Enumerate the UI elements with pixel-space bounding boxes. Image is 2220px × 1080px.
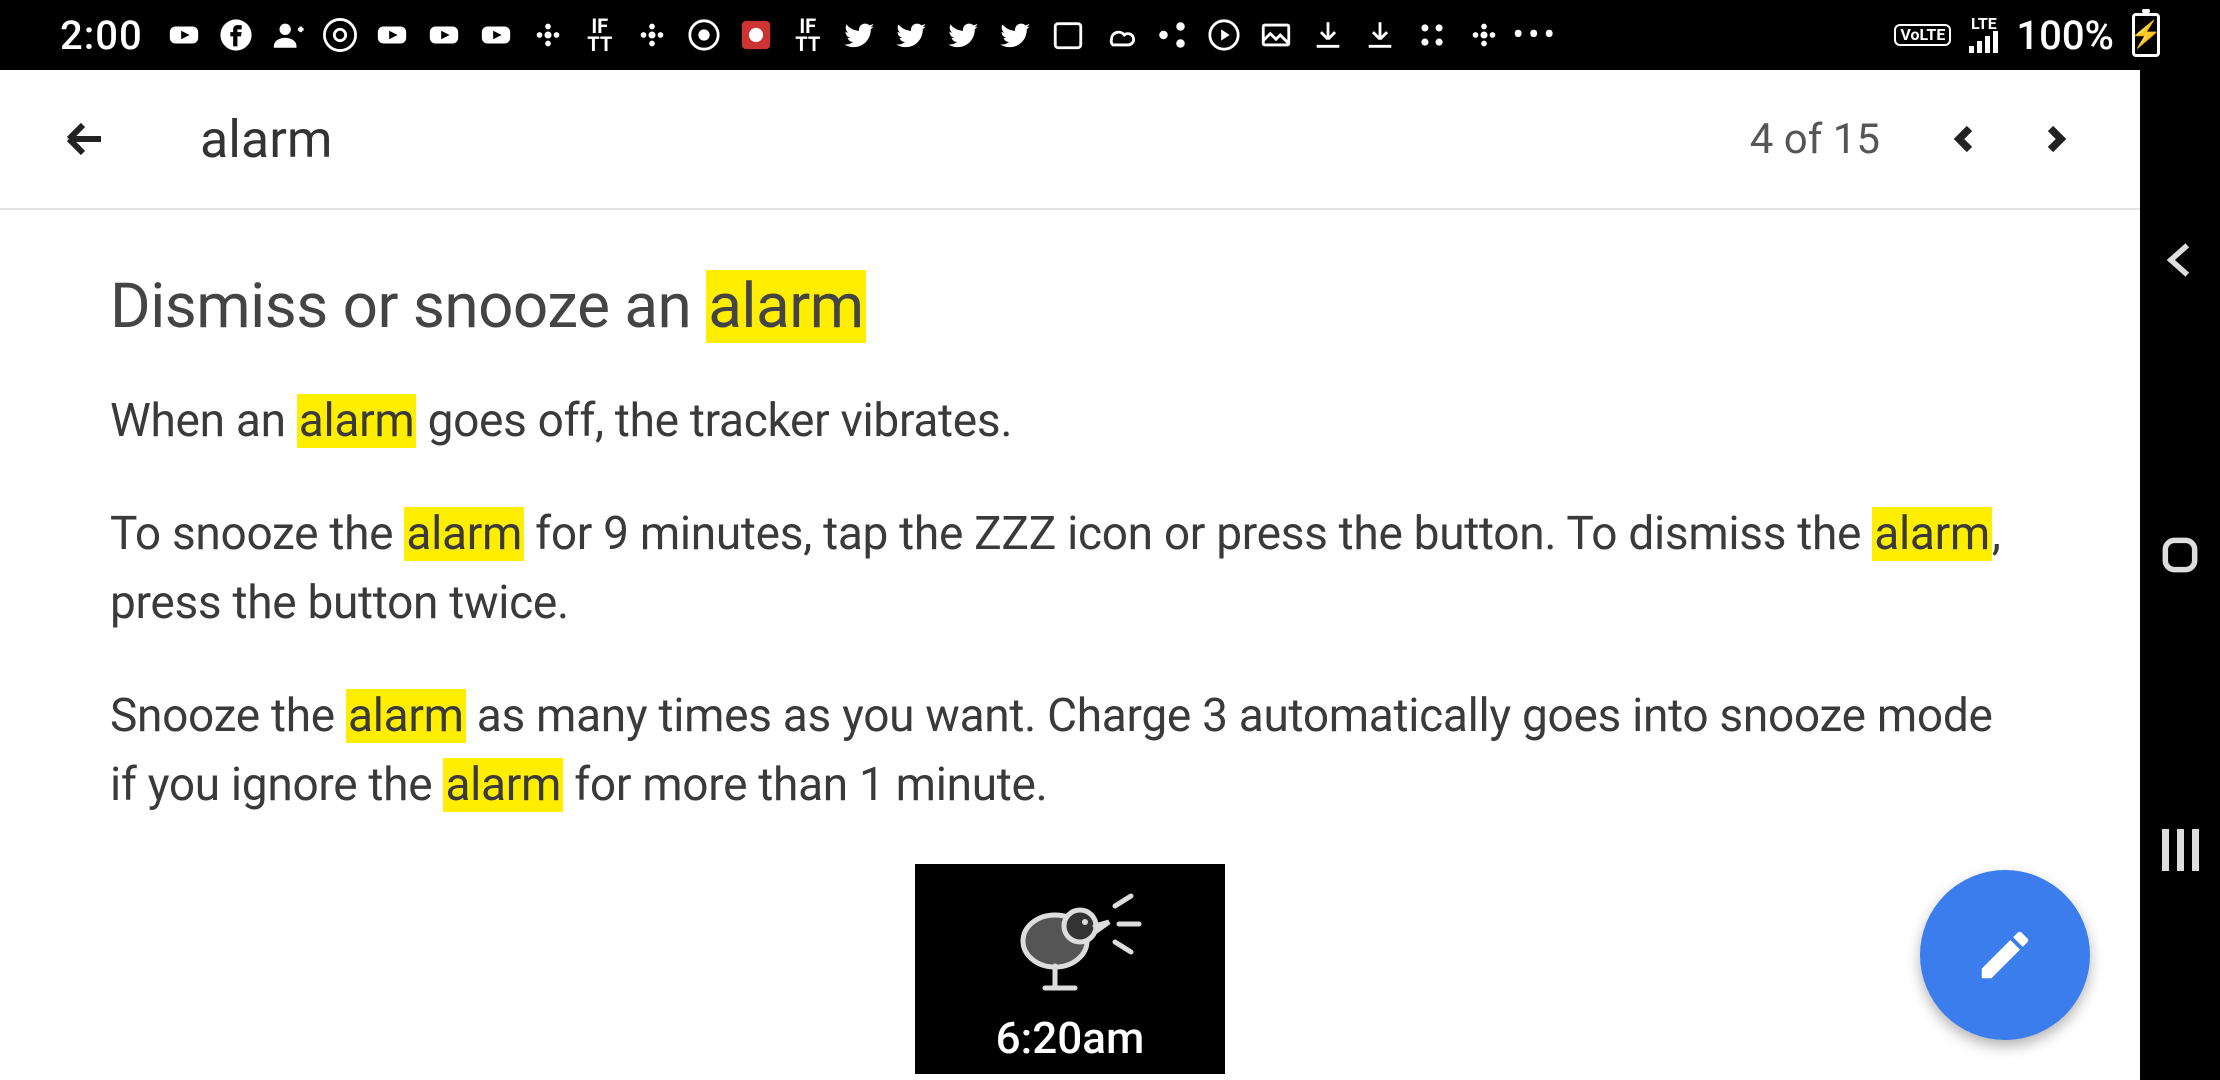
facebook-icon bbox=[219, 18, 253, 52]
status-bar: 2:00 IFTT IFTT bbox=[0, 0, 2220, 70]
article-heading: Dismiss or snooze an alarm bbox=[110, 270, 2030, 343]
apps-icon bbox=[1415, 18, 1449, 52]
ifttt-icon: IFTT bbox=[791, 18, 825, 52]
article-paragraph: Snooze the alarm as many times as you wa… bbox=[110, 682, 2030, 820]
status-time: 2:00 bbox=[60, 12, 143, 59]
download-icon bbox=[1311, 18, 1345, 52]
search-input[interactable]: alarm bbox=[200, 109, 1750, 170]
edit-fab[interactable] bbox=[1920, 870, 2090, 1040]
chevron-left-icon bbox=[2158, 238, 2202, 282]
device-alarm-time: 6:20am bbox=[996, 1012, 1145, 1064]
status-right: VoLTE LTE 100% ⚡ bbox=[1876, 12, 2160, 59]
previous-result-button[interactable] bbox=[1930, 104, 2000, 174]
network-label: LTE bbox=[1971, 17, 1997, 31]
download-icon bbox=[1363, 18, 1397, 52]
pencil-icon bbox=[1974, 924, 2036, 986]
article-body[interactable]: Dismiss or snooze an alarm When an alarm… bbox=[0, 210, 2140, 1074]
arrow-left-icon bbox=[61, 115, 109, 163]
signal-bars-icon bbox=[1969, 31, 1998, 53]
twitter-icon bbox=[895, 18, 929, 52]
back-button[interactable] bbox=[50, 104, 120, 174]
battery-icon: ⚡ bbox=[2132, 13, 2160, 57]
search-result-counter: 4 of 15 bbox=[1750, 115, 1880, 164]
twitter-icon bbox=[999, 18, 1033, 52]
weather-icon bbox=[1103, 18, 1137, 52]
twitter-icon bbox=[843, 18, 877, 52]
bird-alarm-icon bbox=[985, 886, 1155, 1006]
heading-text: Dismiss or snooze an bbox=[110, 270, 706, 343]
recents-icon bbox=[2162, 829, 2199, 871]
article-paragraph: To snooze the alarm for 9 minutes, tap t… bbox=[110, 500, 2030, 638]
search-highlight: alarm bbox=[346, 689, 466, 743]
image-icon bbox=[1259, 18, 1293, 52]
search-highlight: alarm bbox=[706, 270, 865, 343]
battery-percentage: 100% bbox=[2016, 12, 2114, 59]
status-notification-icons: IFTT IFTT ••• bbox=[167, 18, 1877, 52]
nav-recents-button[interactable] bbox=[2150, 820, 2210, 880]
system-navigation-bar bbox=[2140, 70, 2220, 1080]
search-highlight: alarm bbox=[1872, 507, 1992, 561]
person-add-icon bbox=[271, 18, 305, 52]
chevron-left-icon bbox=[1947, 121, 1983, 157]
youtube-icon bbox=[427, 18, 461, 52]
search-highlight: alarm bbox=[443, 758, 563, 812]
pinterest-icon bbox=[323, 18, 357, 52]
more-icon: ••• bbox=[1519, 18, 1553, 52]
device-illustration: 6:20am bbox=[915, 864, 1225, 1074]
youtube-icon bbox=[167, 18, 201, 52]
app-content: alarm 4 of 15 Dismiss or snooze an alarm… bbox=[0, 70, 2140, 1080]
chrome-icon bbox=[687, 18, 721, 52]
calendar-icon bbox=[1051, 18, 1085, 52]
youtube-icon bbox=[479, 18, 513, 52]
nav-back-button[interactable] bbox=[2150, 230, 2210, 290]
twitter-icon bbox=[947, 18, 981, 52]
search-highlight: alarm bbox=[297, 394, 417, 448]
network-indicator: LTE bbox=[1969, 17, 1998, 53]
music-icon bbox=[1207, 18, 1241, 52]
share-icon bbox=[1155, 18, 1189, 52]
search-header: alarm 4 of 15 bbox=[0, 70, 2140, 210]
fitbit-icon bbox=[1467, 18, 1501, 52]
article-paragraph: When an alarm goes off, the tracker vibr… bbox=[110, 387, 2030, 456]
flower-icon bbox=[739, 18, 773, 52]
ifttt-icon: IFTT bbox=[583, 18, 617, 52]
fitbit-icon bbox=[635, 18, 669, 52]
next-result-button[interactable] bbox=[2020, 104, 2090, 174]
home-outline-icon bbox=[2158, 533, 2202, 577]
chevron-right-icon bbox=[2037, 121, 2073, 157]
fitbit-icon bbox=[531, 18, 565, 52]
search-highlight: alarm bbox=[404, 507, 524, 561]
youtube-icon bbox=[375, 18, 409, 52]
nav-home-button[interactable] bbox=[2150, 525, 2210, 585]
volte-indicator: VoLTE bbox=[1894, 24, 1951, 46]
